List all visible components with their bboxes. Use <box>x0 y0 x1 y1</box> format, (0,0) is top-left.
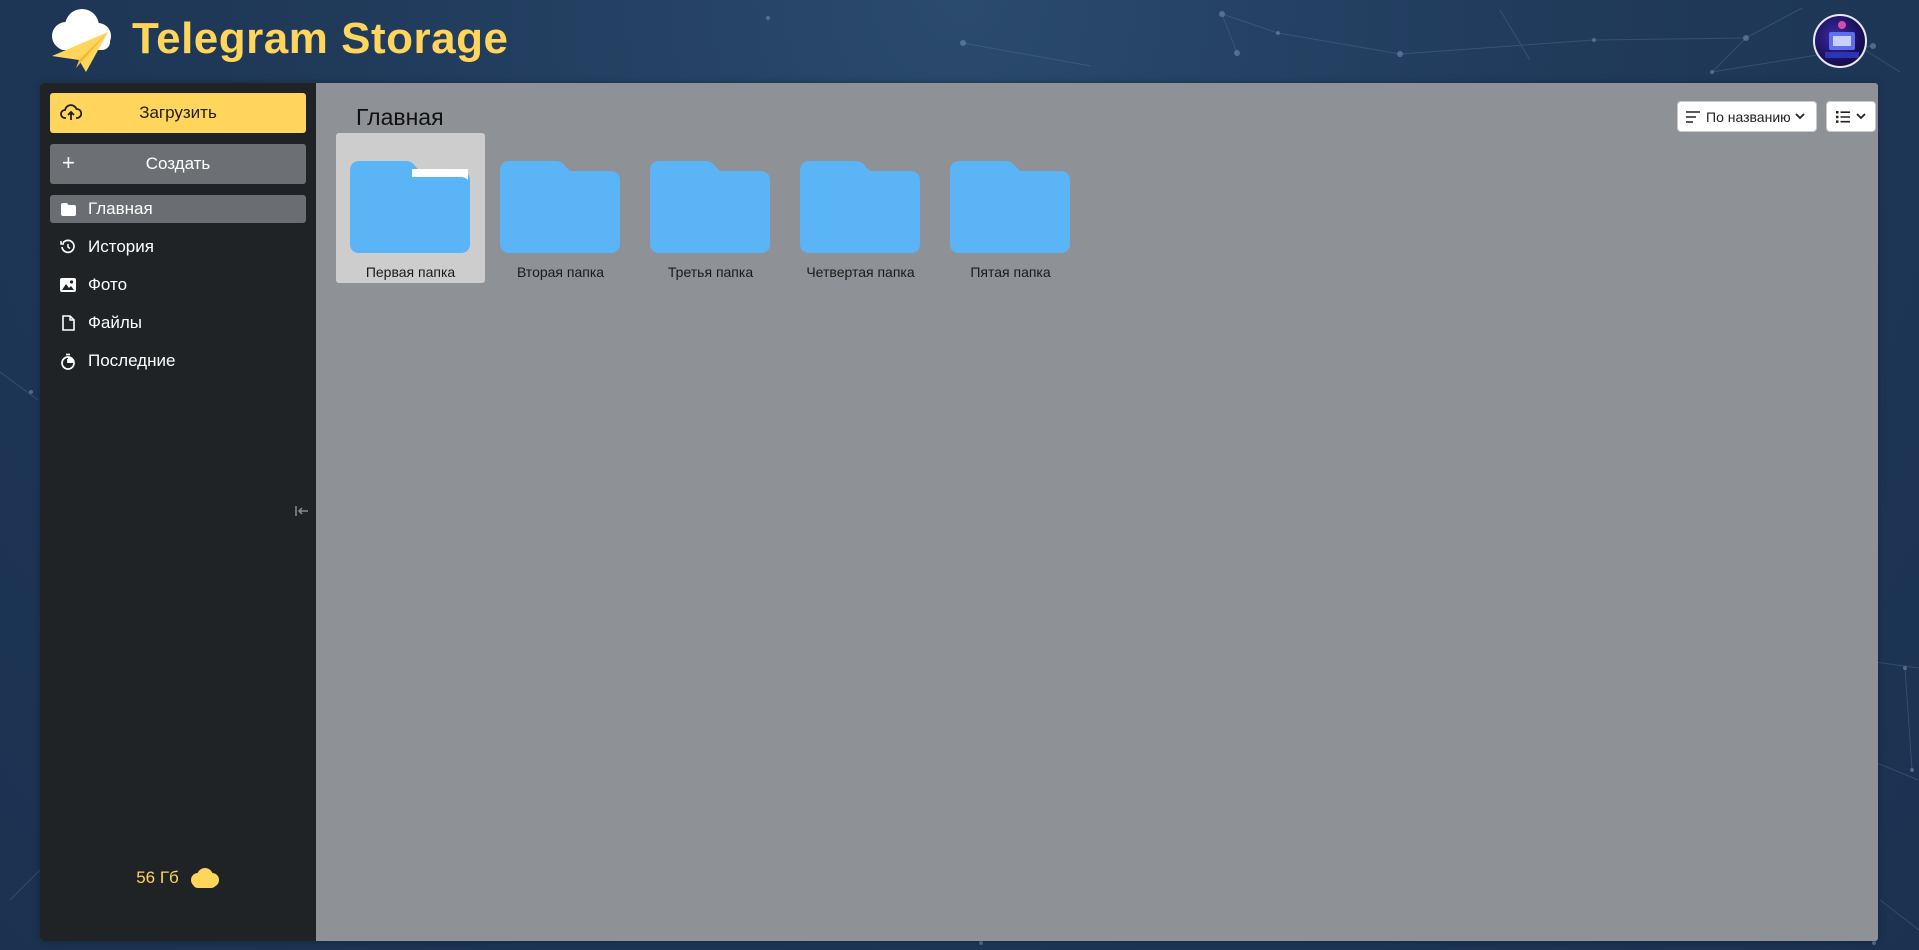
cloud-icon <box>190 868 219 888</box>
sidebar-nav: Главная История Фото Файлы Последние <box>50 195 306 385</box>
folder-name: Четвертая папка <box>806 264 915 280</box>
folder-name: Вторая папка <box>516 264 605 280</box>
sidebar-item-label: Файлы <box>88 313 143 332</box>
sort-label: По названию <box>1706 108 1791 125</box>
folder-item[interactable]: Четвертая папка <box>786 133 935 283</box>
folder-name: Третья папка <box>667 264 754 280</box>
cloud-upload-icon <box>60 104 82 120</box>
content-area: Главная По названию Первая папка Вторая … <box>316 83 1878 941</box>
view-mode-dropdown[interactable] <box>1826 101 1876 132</box>
chevron-down-icon <box>1856 113 1866 120</box>
folder-icon <box>950 161 1070 253</box>
sidebar-item-photo[interactable]: Фото <box>50 271 306 299</box>
sidebar-item-label: Последние <box>88 351 176 370</box>
folder-item[interactable]: Третья папка <box>636 133 785 283</box>
folder-item[interactable]: Пятая папка <box>936 133 1085 283</box>
folder-name: Первая папка <box>365 264 456 280</box>
create-button[interactable]: + Создать <box>50 144 306 184</box>
logo-icon <box>52 9 111 72</box>
sidebar-item-label: Главная <box>88 199 153 218</box>
folder-icon <box>500 161 620 253</box>
folder-icon <box>59 200 77 218</box>
folder-icon <box>800 161 920 253</box>
app-header: Telegram Storage <box>0 0 1919 82</box>
folder-name: Пятая папка <box>970 264 1051 280</box>
chevron-down-icon <box>1795 113 1805 120</box>
plus-icon: + <box>62 150 75 175</box>
upload-button[interactable]: Загрузить <box>50 93 306 133</box>
folder-item[interactable]: Вторая папка <box>486 133 635 283</box>
upload-label: Загрузить <box>139 103 217 122</box>
sort-lines-icon <box>1686 110 1700 123</box>
list-icon <box>1836 110 1850 123</box>
app-shell: Загрузить + Создать Главная История Фото… <box>40 83 1878 941</box>
page-title: Главная <box>356 104 444 130</box>
collapse-sidebar-icon[interactable] <box>294 503 310 519</box>
folder-icon <box>350 161 470 253</box>
file-icon <box>59 314 77 332</box>
image-icon <box>59 276 77 294</box>
folder-item[interactable]: Первая папка <box>336 133 485 283</box>
storage-label: 56 Гб <box>136 868 179 887</box>
sidebar-item-label: Фото <box>88 275 128 294</box>
sidebar-item-history[interactable]: История <box>50 233 306 261</box>
sort-dropdown[interactable]: По названию <box>1677 101 1817 132</box>
sidebar: Загрузить + Создать Главная История Фото… <box>40 83 316 941</box>
sidebar-item-label: История <box>88 237 154 256</box>
storage-indicator: 56 Гб <box>40 863 316 893</box>
user-avatar[interactable] <box>1813 14 1867 68</box>
sidebar-item-home[interactable]: Главная <box>50 195 306 223</box>
sidebar-item-files[interactable]: Файлы <box>50 309 306 337</box>
app-title: Telegram Storage <box>132 14 509 63</box>
sidebar-item-recent[interactable]: Последние <box>50 347 306 375</box>
folder-icon <box>650 161 770 253</box>
stopwatch-icon <box>59 352 77 370</box>
create-label: Создать <box>145 154 211 173</box>
history-icon <box>59 238 77 256</box>
